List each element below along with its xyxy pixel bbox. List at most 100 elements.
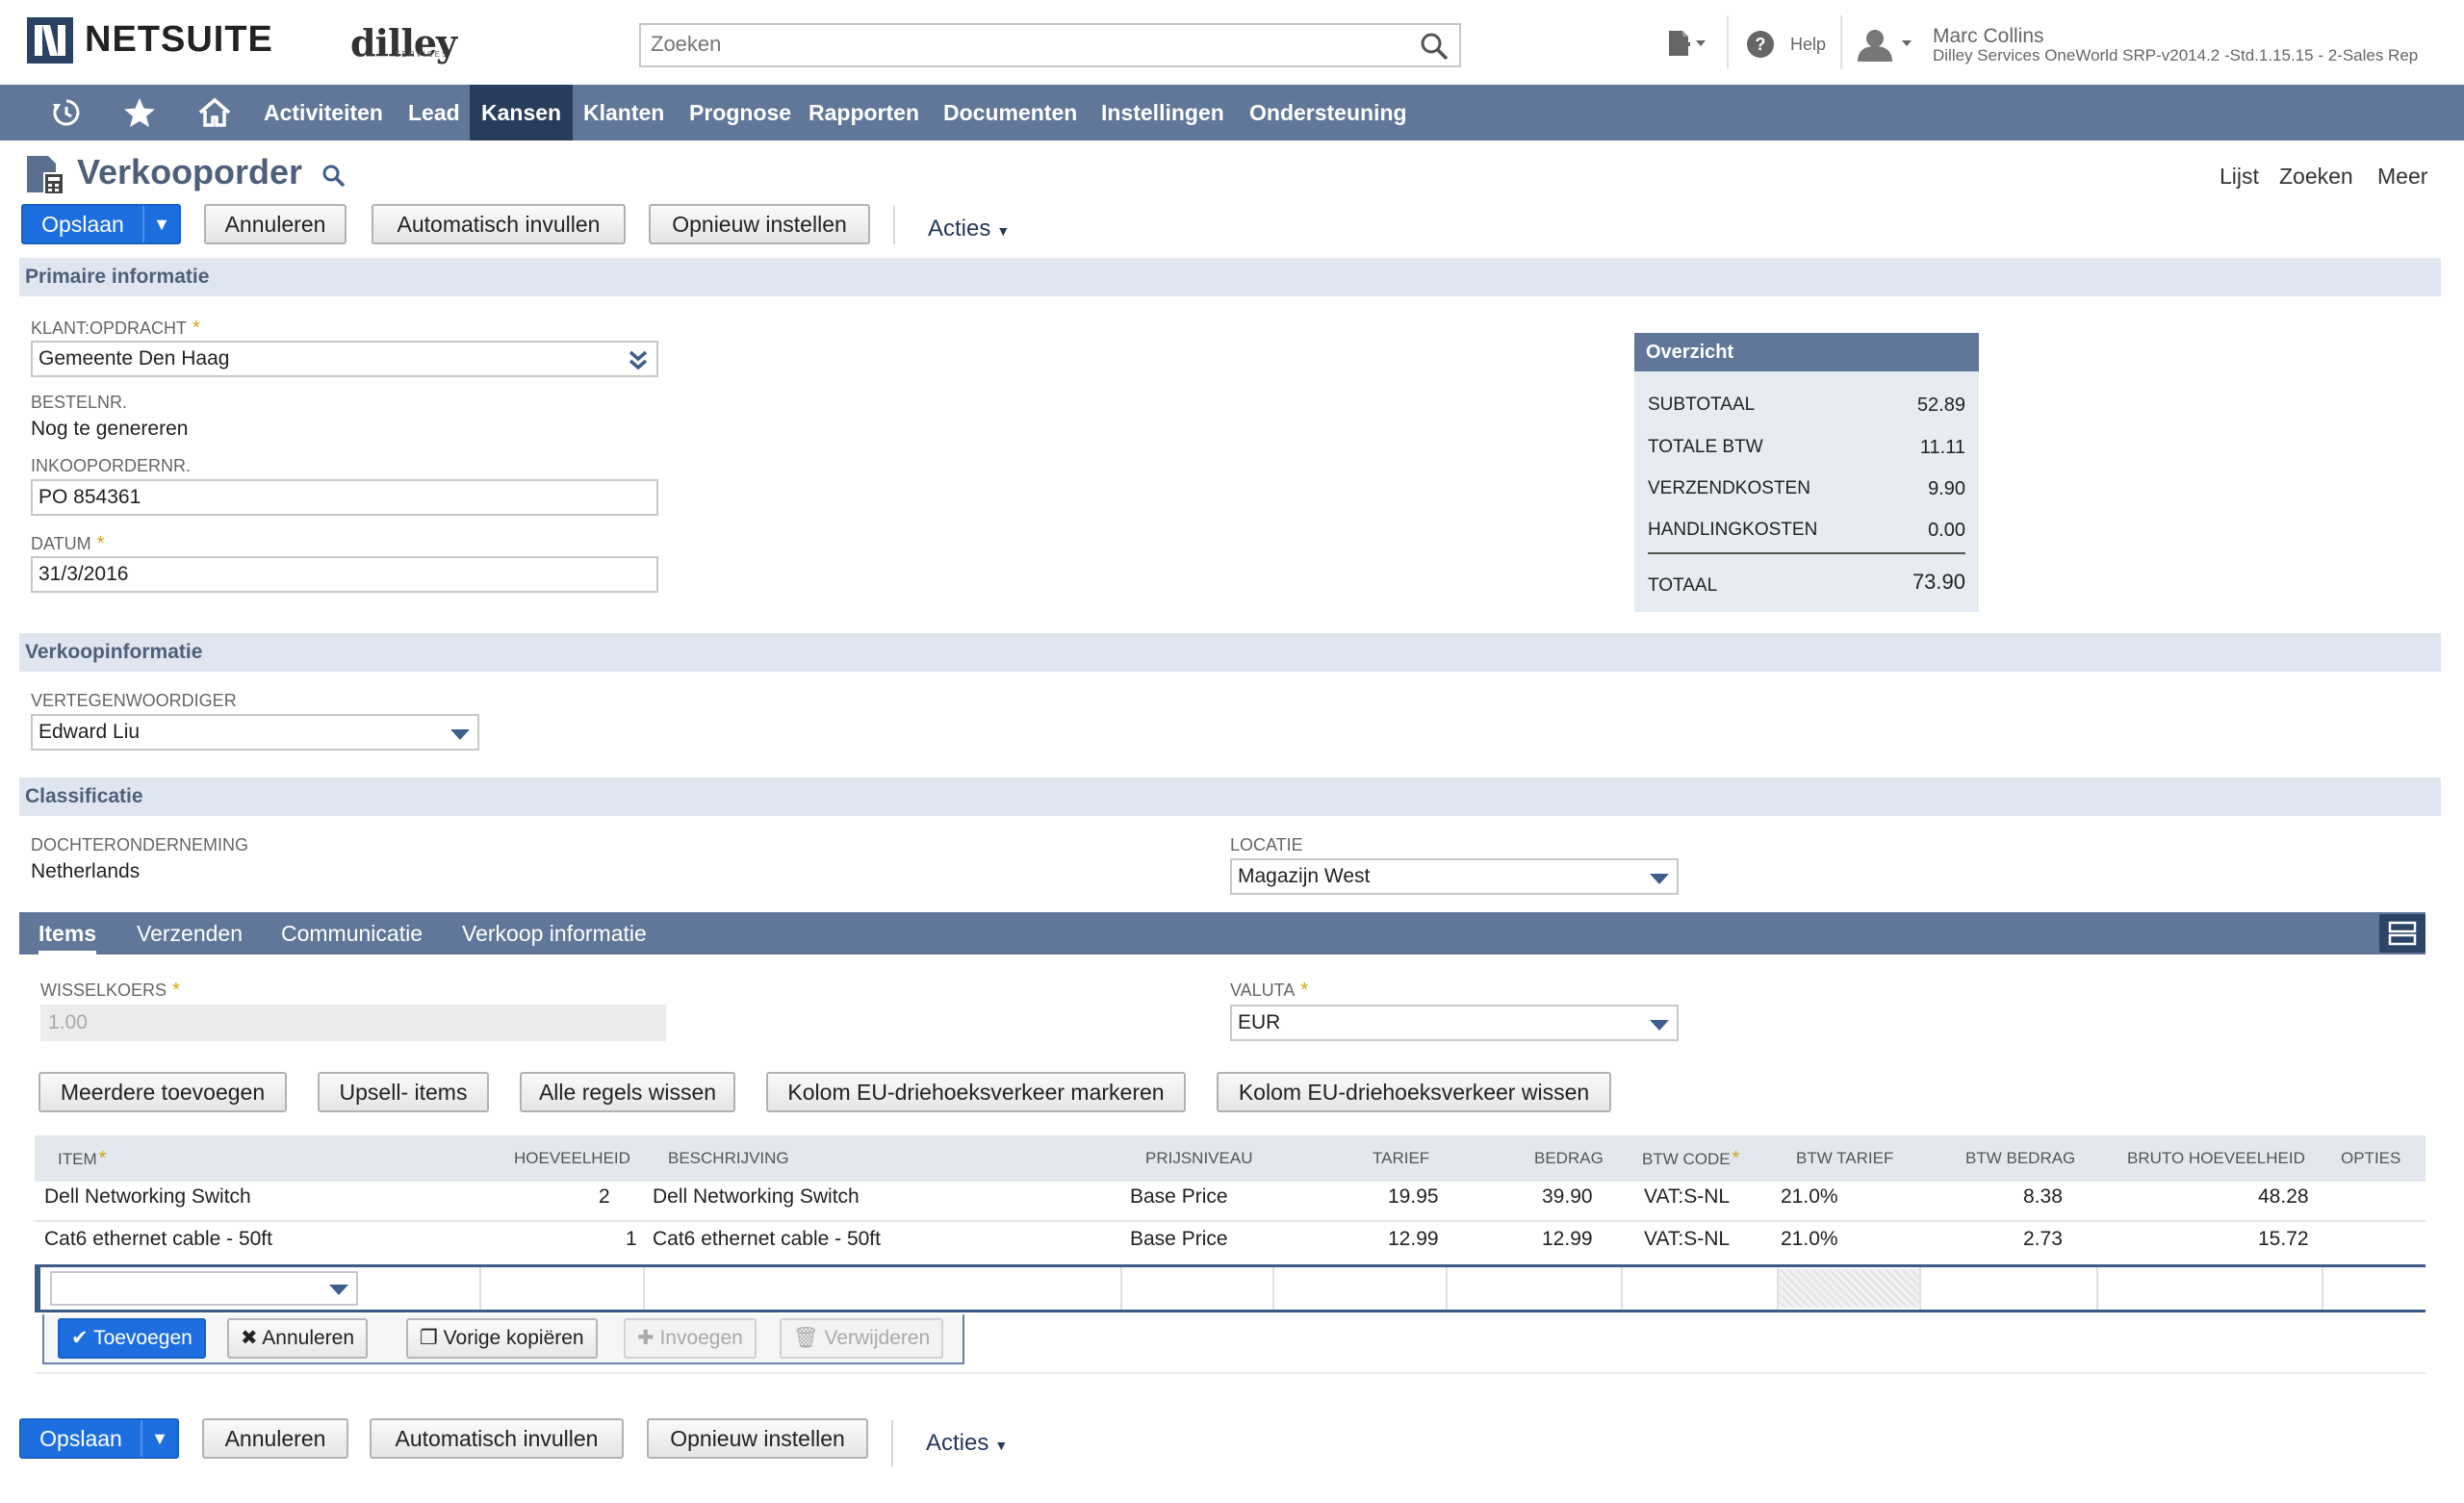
record-search-icon[interactable] xyxy=(321,164,346,189)
tab-communicatie[interactable]: Communicatie xyxy=(281,912,423,955)
nav-klanten[interactable]: Klanten xyxy=(572,85,676,140)
actions-label: Acties xyxy=(928,216,991,242)
section-title: Classificatie xyxy=(25,785,143,807)
copy-previous-button[interactable]: ❐ Vorige kopiëren xyxy=(406,1318,598,1359)
search-link[interactable]: Zoeken xyxy=(2279,164,2353,190)
col-tax-code[interactable]: BTW CODE * xyxy=(1642,1135,1739,1182)
row-quantity: 2 xyxy=(599,1185,610,1208)
subsidiary-label: DOCHTERONDERNEMING xyxy=(31,835,249,854)
home-icon[interactable] xyxy=(198,96,231,129)
dropdown-arrow-icon xyxy=(1650,1020,1669,1031)
global-search-input[interactable] xyxy=(649,25,1399,64)
nav-kansen[interactable]: Kansen xyxy=(470,85,574,140)
autofill-button-bottom[interactable]: Automatisch invullen xyxy=(370,1418,624,1459)
row-tax-amount: 8.38 xyxy=(2023,1185,2063,1208)
row-tax-code: VAT:S-NL xyxy=(1644,1228,1731,1250)
upsell-items-button[interactable]: Upsell- items xyxy=(318,1072,489,1112)
col-tax-rate[interactable]: BTW TARIEF xyxy=(1796,1135,1893,1182)
nav-ondersteuning[interactable]: Ondersteuning xyxy=(1238,85,1419,140)
nav-prognose[interactable]: Prognose xyxy=(678,85,803,140)
help-link[interactable]: Help xyxy=(1790,35,1826,55)
location-select[interactable]: Magazijn West xyxy=(1230,858,1679,895)
mark-eu-triangulation-button[interactable]: Kolom EU-driehoeksverkeer markeren xyxy=(766,1072,1186,1112)
save-button-bottom[interactable]: Opslaan ▼ xyxy=(19,1418,179,1459)
row-tax-code: VAT:S-NL xyxy=(1644,1185,1731,1208)
col-price-level[interactable]: PRIJSNIVEAU xyxy=(1145,1135,1252,1182)
toggle-view-button[interactable] xyxy=(2379,914,2426,953)
summary-row-tax: TOTALE BTW 11.11 xyxy=(1648,437,1965,458)
insert-line-button[interactable]: ✚ Invoegen xyxy=(624,1318,757,1359)
user-avatar-icon[interactable] xyxy=(1854,27,1919,62)
col-amount[interactable]: BEDRAG xyxy=(1534,1135,1604,1182)
actions-menu-bottom[interactable]: Acties ▼ xyxy=(926,1430,1008,1457)
tab-verzenden[interactable]: Verzenden xyxy=(137,912,243,955)
copy-icon: ❐ xyxy=(420,1327,444,1349)
col-quantity[interactable]: HOEVEELHEID xyxy=(514,1135,630,1182)
chevron-down-icon: ▼ xyxy=(996,223,1011,239)
favorites-star-icon[interactable] xyxy=(123,96,156,129)
nav-instellingen[interactable]: Instellingen xyxy=(1090,85,1236,140)
row-description: Dell Networking Switch xyxy=(653,1185,860,1208)
tab-items[interactable]: Items xyxy=(38,912,97,955)
section-sales-info[interactable]: Verkoopinformatie xyxy=(19,633,2441,672)
save-options-dropdown[interactable]: ▼ xyxy=(142,206,179,242)
col-item[interactable]: ITEM * xyxy=(58,1135,106,1182)
po-number-field[interactable]: PO 854361 xyxy=(31,479,658,516)
row-tax-amount: 2.73 xyxy=(2023,1228,2063,1250)
row-price-level: Base Price xyxy=(1130,1228,1228,1250)
reset-button[interactable]: Opnieuw instellen xyxy=(649,204,870,244)
summary-row-subtotal: SUBTOTAAL 52.89 xyxy=(1648,395,1965,416)
clear-all-lines-button[interactable]: Alle regels wissen xyxy=(520,1072,735,1112)
actions-menu[interactable]: Acties ▼ xyxy=(928,216,1010,242)
clear-eu-triangulation-button[interactable]: Kolom EU-driehoeksverkeer wissen xyxy=(1217,1072,1611,1112)
add-multiple-button[interactable]: Meerdere toevoegen xyxy=(38,1072,287,1112)
reset-button-bottom[interactable]: Opnieuw instellen xyxy=(647,1418,868,1459)
col-options[interactable]: OPTIES xyxy=(2341,1135,2400,1182)
date-field[interactable]: 31/3/2016 xyxy=(31,556,658,593)
cancel-line-button[interactable]: ✖ Annuleren xyxy=(227,1318,369,1359)
user-name[interactable]: Marc Collins xyxy=(1933,25,2044,48)
dropdown-arrow-icon xyxy=(450,729,470,740)
search-icon[interactable] xyxy=(1419,31,1450,62)
remove-line-button[interactable]: 🗑 Verwijderen xyxy=(780,1318,944,1359)
order-number-label: BESTELNR. xyxy=(31,393,128,412)
check-icon: ✔ xyxy=(71,1327,94,1349)
summary-row-handling: HANDLINGKOSTEN 0.00 xyxy=(1648,520,1965,541)
recent-records-icon[interactable] xyxy=(50,96,83,129)
currency-select[interactable]: EUR xyxy=(1230,1005,1679,1041)
item-select[interactable] xyxy=(50,1271,358,1306)
nav-rapporten[interactable]: Rapporten xyxy=(797,85,931,140)
row-description: Cat6 ethernet cable - 50ft xyxy=(653,1228,881,1250)
cancel-button-bottom[interactable]: Annuleren xyxy=(202,1418,348,1459)
create-new-icon[interactable] xyxy=(1663,27,1707,62)
main-navigation: Activiteiten Lead Kansen Klanten Prognos… xyxy=(0,85,2464,140)
col-description[interactable]: BESCHRIJVING xyxy=(668,1135,789,1182)
plus-icon: ✚ xyxy=(637,1327,660,1349)
col-gross-amount[interactable]: BRUTO HOEVEELHEID xyxy=(2127,1135,2305,1182)
section-classification[interactable]: Classificatie xyxy=(19,777,2441,816)
add-line-button[interactable]: ✔ Toevoegen xyxy=(58,1318,206,1359)
svg-text:?: ? xyxy=(1756,35,1766,54)
col-rate[interactable]: TARIEF xyxy=(1373,1135,1429,1182)
double-chevron-down-icon[interactable] xyxy=(628,348,649,371)
nav-lead[interactable]: Lead xyxy=(397,85,472,140)
nav-documenten[interactable]: Documenten xyxy=(932,85,1089,140)
layout-icon xyxy=(2388,921,2417,946)
help-icon[interactable]: ? xyxy=(1746,30,1775,59)
location-label: LOCATIE xyxy=(1230,835,1303,854)
list-link[interactable]: Lijst xyxy=(2220,164,2259,190)
save-button[interactable]: Opslaan ▼ xyxy=(21,204,181,244)
currency-value: EUR xyxy=(1238,1011,1281,1033)
sales-rep-select[interactable]: Edward Liu xyxy=(31,714,479,751)
netsuite-logo-icon[interactable] xyxy=(27,17,73,64)
tab-verkoop-informatie[interactable]: Verkoop informatie xyxy=(462,912,647,955)
more-link[interactable]: Meer xyxy=(2377,164,2427,190)
customer-field[interactable]: Gemeente Den Haag xyxy=(31,341,658,377)
row-price-level: Base Price xyxy=(1130,1185,1228,1208)
nav-activiteiten[interactable]: Activiteiten xyxy=(252,85,395,140)
cancel-button[interactable]: Annuleren xyxy=(204,204,346,244)
save-options-dropdown[interactable]: ▼ xyxy=(141,1420,177,1457)
autofill-button[interactable]: Automatisch invullen xyxy=(372,204,626,244)
section-primary-info[interactable]: Primaire informatie xyxy=(19,258,2441,296)
col-tax-amount[interactable]: BTW BEDRAG xyxy=(1965,1135,2075,1182)
